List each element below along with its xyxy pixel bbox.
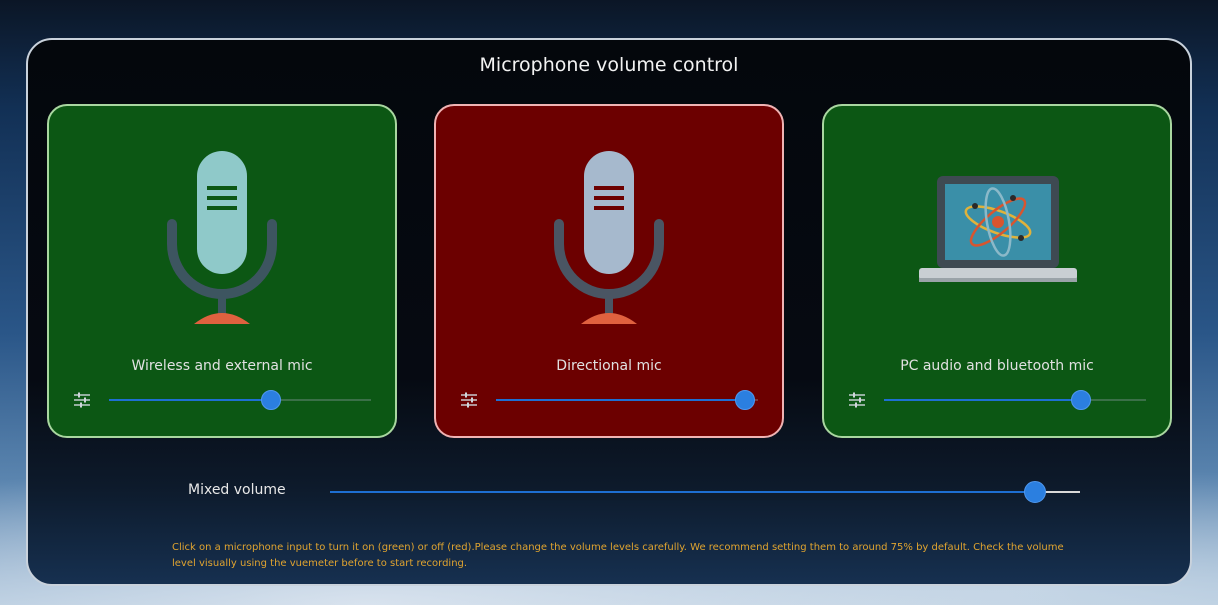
mixed-slider-fill <box>330 491 1035 493</box>
slider-fill <box>884 399 1081 401</box>
slider-track[interactable] <box>109 390 371 410</box>
mic-volume-slider[interactable] <box>848 388 1146 412</box>
mic-volume-slider[interactable] <box>73 388 371 412</box>
mic-card-directional[interactable]: Directional mic <box>434 104 784 438</box>
slider-thumb[interactable] <box>1070 390 1091 410</box>
slider-thumb[interactable] <box>261 390 282 410</box>
mic-card-wireless[interactable]: Wireless and external mic <box>47 104 397 438</box>
mic-volume-slider[interactable] <box>460 388 758 412</box>
laptop-icon <box>824 146 1170 336</box>
microphone-icon <box>49 146 395 336</box>
slider-track[interactable] <box>496 390 758 410</box>
equalizer-icon <box>74 392 90 408</box>
mic-card-pc-bluetooth[interactable]: PC audio and bluetooth mic <box>822 104 1172 438</box>
mixed-slider-thumb[interactable] <box>1024 481 1046 503</box>
page-title: Microphone volume control <box>479 54 739 76</box>
slider-fill <box>109 399 272 401</box>
equalizer-icon <box>461 392 477 408</box>
mic-label: Directional mic <box>556 358 662 374</box>
microphone-icon <box>436 146 782 336</box>
mic-label: PC audio and bluetooth mic <box>900 358 1094 374</box>
slider-fill <box>496 399 745 401</box>
slider-track[interactable] <box>884 390 1146 410</box>
slider-thumb[interactable] <box>734 390 755 410</box>
mixed-volume-slider[interactable] <box>330 481 1080 503</box>
instruction-text: Click on a microphone input to turn it o… <box>172 542 1064 569</box>
mic-label: Wireless and external mic <box>131 358 313 374</box>
equalizer-icon <box>849 392 865 408</box>
mixed-volume-label: Mixed volume <box>188 482 286 498</box>
